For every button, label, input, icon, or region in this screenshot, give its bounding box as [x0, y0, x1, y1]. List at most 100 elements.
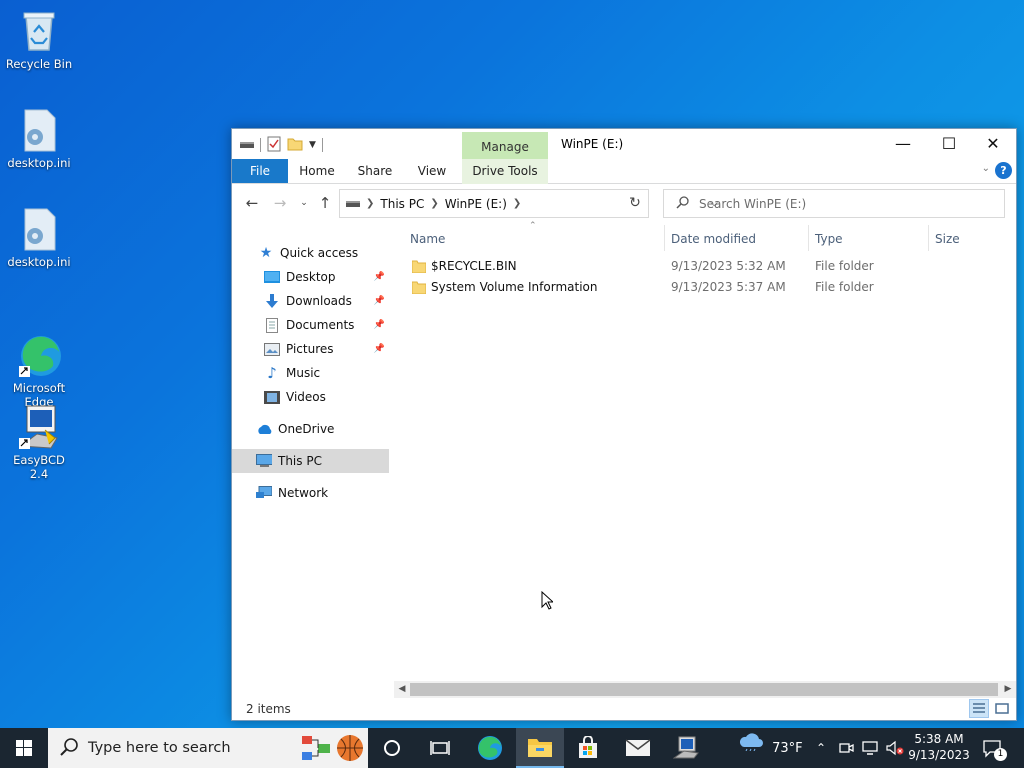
file-type: File folder: [815, 259, 874, 273]
table-row[interactable]: System Volume Information 9/13/2023 5:37…: [389, 277, 1016, 298]
easybcd-icon: [17, 404, 61, 450]
nav-item-documents[interactable]: Documents 📌: [232, 313, 389, 337]
chevron-right-icon[interactable]: ❯: [430, 198, 438, 209]
meet-now-icon[interactable]: [838, 728, 854, 768]
breadcrumb-winpe[interactable]: WinPE (E:): [445, 197, 507, 211]
drive-icon: [346, 197, 360, 211]
nav-item-music[interactable]: ♪ Music: [232, 361, 389, 385]
pin-icon[interactable]: 📌: [374, 296, 385, 306]
table-row[interactable]: $RECYCLE.BIN 9/13/2023 5:32 AM File fold…: [389, 256, 1016, 277]
settings-file-icon: [17, 206, 61, 252]
file-list: Name ⌃ Date modified Type Size $RECYCLE.…: [389, 221, 1016, 681]
back-arrow-icon[interactable]: ←: [242, 193, 262, 213]
navigation-bar: ← → ⌄ ↑ ❯ This PC ❯ WinPE (E:) ❯ ⌵ ↻ Sea…: [232, 185, 1016, 221]
taskbar-easybcd[interactable]: [662, 728, 710, 768]
up-arrow-icon[interactable]: ↑: [315, 193, 335, 213]
nav-item-network[interactable]: Network: [232, 481, 389, 505]
nav-item-this-pc[interactable]: This PC: [232, 449, 389, 473]
desktop-icon-label: desktop.ini: [7, 156, 71, 170]
taskbar-file-explorer[interactable]: [516, 728, 564, 768]
column-header-size[interactable]: Size: [929, 227, 1009, 251]
column-header-date-modified[interactable]: Date modified: [665, 227, 805, 251]
pin-icon[interactable]: 📌: [374, 344, 385, 354]
horizontal-scrollbar[interactable]: ◀ ▶: [394, 681, 1016, 698]
nav-item-label: Network: [278, 486, 329, 500]
chevron-right-icon[interactable]: ❯: [366, 198, 374, 209]
network-status-icon[interactable]: [862, 728, 880, 768]
pin-icon[interactable]: 📌: [374, 272, 385, 282]
taskbar-mail[interactable]: [614, 728, 662, 768]
forward-arrow-icon[interactable]: →: [270, 193, 290, 213]
clock-date: 9/13/2023: [908, 748, 970, 762]
maximize-button[interactable]: ☐: [926, 129, 972, 159]
scrollbar-thumb[interactable]: [410, 683, 998, 696]
cortana-circle-icon: [384, 740, 400, 756]
nav-item-onedrive[interactable]: OneDrive: [232, 417, 389, 441]
properties-icon[interactable]: [267, 136, 281, 155]
search-icon: [59, 737, 79, 761]
column-header-type[interactable]: Type: [809, 227, 927, 251]
desktop-icon-desktop-ini-2[interactable]: desktop.ini: [3, 206, 75, 269]
nav-item-pictures[interactable]: Pictures 📌: [232, 337, 389, 361]
customize-qat-icon[interactable]: ▼: [309, 140, 316, 150]
taskbar-store[interactable]: [564, 728, 612, 768]
close-button[interactable]: ✕: [970, 129, 1016, 159]
folder-icon: [411, 259, 427, 274]
tab-share[interactable]: Share: [352, 159, 398, 183]
nav-item-quick-access[interactable]: ★ Quick access: [232, 241, 389, 265]
drive-icon: [240, 138, 254, 152]
desktop-icon-recycle-bin[interactable]: Recycle Bin: [3, 8, 75, 71]
desktop-icon-label: desktop.ini: [7, 255, 71, 269]
help-button[interactable]: ?: [995, 162, 1012, 179]
tab-manage[interactable]: Manage: [462, 132, 548, 161]
task-view-button[interactable]: [416, 728, 464, 768]
taskbar: Type here to search 73°F ⌃ 5:38 AM 9/13/…: [0, 728, 1024, 768]
scroll-left-icon[interactable]: ◀: [394, 681, 410, 698]
file-date: 9/13/2023 5:32 AM: [671, 259, 786, 273]
large-icons-view-icon[interactable]: [992, 699, 1012, 718]
show-hidden-icons-icon[interactable]: ⌃: [816, 728, 826, 768]
nav-item-downloads[interactable]: Downloads 📌: [232, 289, 389, 313]
edge-icon: [17, 318, 61, 377]
details-view-icon[interactable]: [969, 699, 989, 718]
action-center-button[interactable]: 1: [982, 728, 1007, 768]
search-highlight-icon[interactable]: [298, 732, 366, 768]
breadcrumb-this-pc[interactable]: This PC: [380, 197, 424, 211]
mail-icon: [625, 739, 651, 756]
chevron-right-icon[interactable]: ❯: [513, 198, 521, 209]
new-folder-icon[interactable]: [287, 137, 303, 154]
taskbar-search-box[interactable]: Type here to search: [48, 728, 368, 768]
address-bar[interactable]: ❯ This PC ❯ WinPE (E:) ❯ ⌵: [339, 189, 718, 218]
edge-icon: [478, 736, 502, 760]
easybcd-icon: [673, 736, 699, 759]
volume-muted-icon[interactable]: [886, 728, 904, 768]
tab-home[interactable]: Home: [294, 159, 340, 183]
nav-item-videos[interactable]: Videos: [232, 385, 389, 409]
column-header-label: Size: [935, 232, 960, 246]
column-header-label: Type: [815, 232, 843, 246]
tab-view[interactable]: View: [409, 159, 455, 183]
weather-widget[interactable]: 73°F: [738, 728, 803, 768]
picture-icon: [264, 341, 280, 357]
desktop-icon-desktop-ini-1[interactable]: desktop.ini: [3, 107, 75, 170]
title-bar[interactable]: ▼ Manage WinPE (E:) — ☐ ✕: [232, 129, 1016, 161]
start-button[interactable]: [0, 728, 48, 768]
tab-drive-tools[interactable]: Drive Tools: [462, 159, 548, 183]
expand-ribbon-icon[interactable]: ⌄: [982, 163, 990, 174]
nav-item-label: Pictures: [286, 342, 334, 356]
refresh-icon[interactable]: ↻: [622, 189, 649, 218]
nav-item-desktop[interactable]: Desktop 📌: [232, 265, 389, 289]
minimize-button[interactable]: —: [880, 129, 926, 159]
tab-file[interactable]: File: [232, 159, 288, 183]
system-clock[interactable]: 5:38 AM 9/13/2023: [905, 731, 973, 763]
search-input[interactable]: Search WinPE (E:): [663, 189, 1005, 218]
cortana-button[interactable]: [368, 728, 416, 768]
desktop-icon-easybcd[interactable]: EasyBCD 2.4: [3, 404, 75, 481]
scroll-right-icon[interactable]: ▶: [1000, 681, 1016, 698]
settings-file-icon: [17, 107, 61, 153]
pin-icon[interactable]: 📌: [374, 320, 385, 330]
taskbar-edge[interactable]: [466, 728, 514, 768]
desktop-icon-label: EasyBCD 2.4: [13, 453, 65, 481]
recent-locations-icon[interactable]: ⌄: [294, 193, 314, 213]
notification-badge: 1: [994, 748, 1007, 761]
